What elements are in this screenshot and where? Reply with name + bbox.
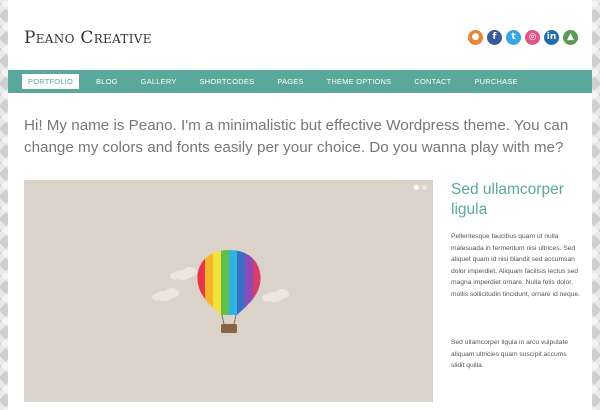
nav-item-portfolio[interactable]: Portfolio bbox=[22, 74, 80, 89]
cloud-right bbox=[262, 289, 289, 302]
site-header: Peano Creative ● f t ◎ in ▲ bbox=[8, 0, 592, 70]
nav-item-contact[interactable]: Contact bbox=[408, 74, 457, 89]
sidebar-paragraph-1: Pellentesque faucibus quam ut nulla male… bbox=[451, 233, 580, 298]
nav-item-purchase[interactable]: Purchase bbox=[468, 74, 523, 89]
linkedin-icon[interactable]: in bbox=[544, 30, 559, 45]
slider-dot-2[interactable] bbox=[422, 185, 427, 190]
image-slider[interactable] bbox=[24, 180, 433, 402]
sidebar-paragraph-2: Sed ullamcorper ligula in arcu vulputate… bbox=[451, 339, 569, 370]
cloud-mid bbox=[152, 288, 179, 301]
forrst-icon[interactable]: ▲ bbox=[563, 30, 578, 45]
rss-icon[interactable]: ● bbox=[468, 30, 483, 45]
slider-dot-1[interactable] bbox=[414, 185, 419, 190]
intro-text: Hi! My name is Peano. I'm a minimalistic… bbox=[24, 117, 569, 156]
nav-item-pages[interactable]: Pages bbox=[271, 74, 309, 89]
sidebar-title: Sed ullamcorper ligula bbox=[451, 181, 564, 218]
nav-item-theme-options[interactable]: Theme Options bbox=[321, 74, 398, 89]
social-links: ● f t ◎ in ▲ bbox=[468, 30, 578, 45]
facebook-icon[interactable]: f bbox=[487, 30, 502, 45]
nav-item-gallery[interactable]: Gallery bbox=[135, 74, 183, 89]
main-nav: Portfolio Blog Gallery Shortcodes Pages Theme… bbox=[8, 70, 592, 93]
page-container: Peano Creative ● f t ◎ in ▲ Portfolio Blog Gall… bbox=[8, 0, 592, 410]
balloon-basket bbox=[221, 324, 237, 333]
cloud-left bbox=[170, 267, 197, 280]
slider-pagination bbox=[414, 185, 427, 190]
nav-item-shortcodes[interactable]: Shortcodes bbox=[194, 74, 261, 89]
twitter-icon[interactable]: t bbox=[506, 30, 521, 45]
site-logo[interactable]: Peano Creative bbox=[24, 28, 152, 48]
nav-item-blog[interactable]: Blog bbox=[90, 74, 124, 89]
balloon-illustration bbox=[152, 250, 289, 333]
dribbble-icon[interactable]: ◎ bbox=[525, 30, 540, 45]
